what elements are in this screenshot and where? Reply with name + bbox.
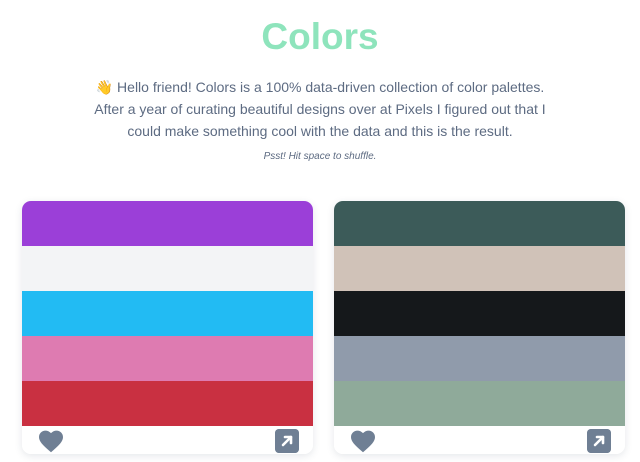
page-title: Colors (261, 16, 379, 57)
pixels-link[interactable]: Pixels (395, 101, 432, 117)
color-swatch[interactable] (334, 381, 625, 426)
intro-text: 👋 Hello friend! Colors is a 100% data-dr… (80, 76, 560, 142)
external-link-icon[interactable] (587, 429, 611, 453)
palette-card[interactable] (334, 201, 625, 454)
color-swatch[interactable] (22, 201, 313, 246)
color-swatch[interactable] (22, 291, 313, 336)
external-link-icon[interactable] (275, 429, 299, 453)
color-swatch[interactable] (22, 336, 313, 381)
color-swatch[interactable] (334, 291, 625, 336)
card-footer (22, 426, 313, 454)
color-swatch[interactable] (22, 381, 313, 426)
color-swatch[interactable] (22, 246, 313, 291)
shuffle-hint: Psst! Hit space to shuffle. (263, 151, 377, 162)
color-swatch[interactable] (334, 336, 625, 381)
wave-emoji: 👋 (95, 79, 114, 95)
heart-icon[interactable] (36, 429, 66, 453)
color-swatch[interactable] (334, 246, 625, 291)
heart-icon[interactable] (348, 429, 378, 453)
card-footer (334, 426, 625, 454)
color-swatch[interactable] (334, 201, 625, 246)
palette-card[interactable] (22, 201, 313, 454)
